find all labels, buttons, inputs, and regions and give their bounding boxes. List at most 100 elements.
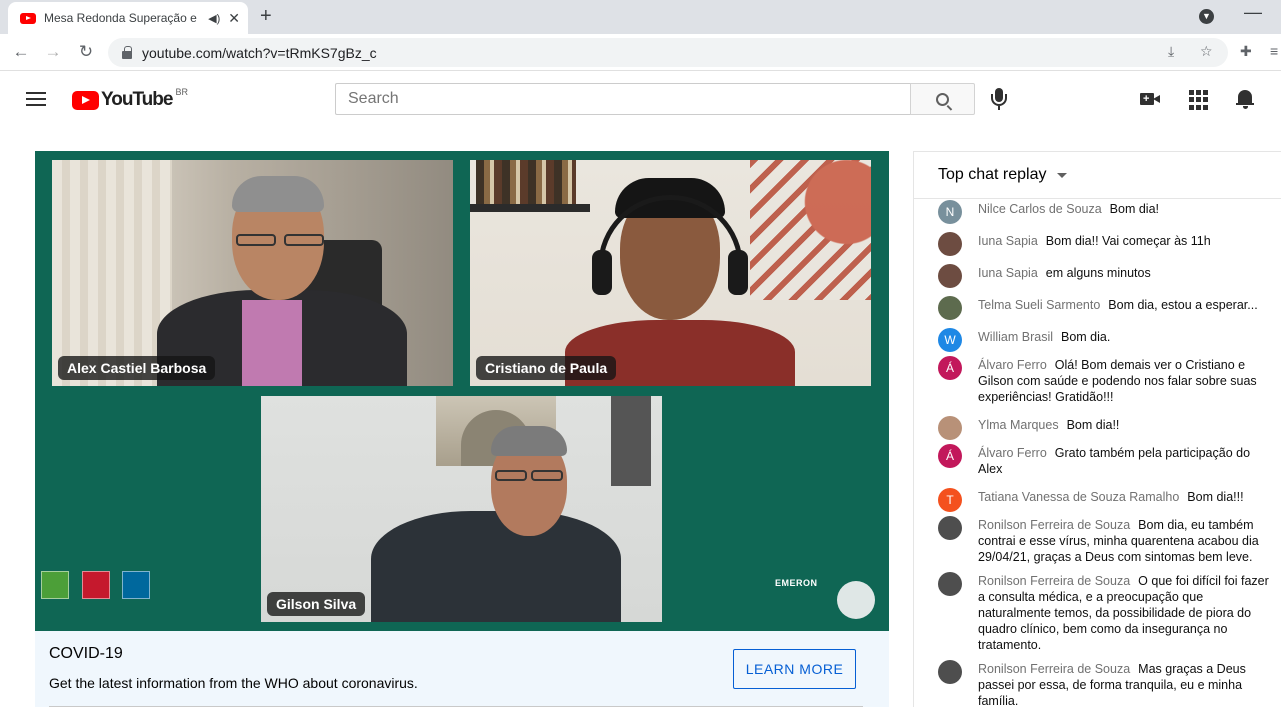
chat-author-name[interactable]: William Brasil — [978, 330, 1053, 344]
voice-search-icon[interactable] — [990, 88, 1008, 112]
participant-tile: Alex Castiel Barbosa — [52, 160, 453, 386]
chat-message-body: Ronilson Ferreira de Souza O que foi difí… — [978, 572, 1274, 653]
address-bar[interactable]: youtube.com/watch?v=tRmKS7gBz_c — [108, 38, 1228, 67]
video-player[interactable]: Alex Castiel Barbosa Cristiano de Paula … — [35, 151, 889, 631]
chat-message-body: Telma Sueli Sarmento Bom dia, estou a esp… — [978, 296, 1274, 313]
emeron-badge-icon — [837, 581, 875, 619]
chat-message[interactable]: Iuna Sapia Bom dia!! Vai começar às 11h — [938, 232, 1274, 256]
chat-message-text: em alguns minutos — [1045, 266, 1151, 280]
sdg-peace-icon — [122, 571, 150, 599]
chat-message-text: Bom dia!! — [1066, 418, 1120, 432]
reload-icon[interactable]: ↻ — [74, 40, 98, 64]
chat-message[interactable]: Á Álvaro Ferro Grato também pela participa… — [938, 444, 1274, 477]
avatar-icon[interactable] — [938, 416, 962, 440]
avatar-icon[interactable]: N — [938, 200, 962, 224]
youtube-logo[interactable]: YouTube BR — [72, 87, 188, 111]
chat-message-body: Nilce Carlos de Souza Bom dia! — [978, 200, 1274, 217]
chat-message[interactable]: Ylma Marques Bom dia!! — [938, 416, 1274, 440]
install-app-icon[interactable]: ⤓ — [1168, 43, 1174, 60]
chat-replay-panel: Top chat replay N Nilce Carlos de Souza Bo… — [913, 151, 1281, 707]
chat-message-body: Iuna Sapia Bom dia!! Vai começar às 11h — [978, 232, 1274, 249]
chat-message[interactable]: Telma Sueli Sarmento Bom dia, estou a esp… — [938, 296, 1274, 320]
audio-playing-icon[interactable]: ◀) — [208, 12, 220, 25]
chat-message[interactable]: Ronilson Ferreira de Souza Mas graças a D… — [938, 660, 1274, 707]
hamburger-menu-icon[interactable] — [26, 92, 46, 106]
avatar-icon[interactable]: Á — [938, 444, 962, 468]
chat-message-text: Bom dia! — [1109, 202, 1160, 216]
forward-arrow-icon[interactable]: → — [41, 40, 65, 64]
avatar-icon[interactable]: T — [938, 488, 962, 512]
chat-message-text: Bom dia. — [1061, 330, 1111, 344]
notifications-bell-icon[interactable] — [1235, 88, 1257, 110]
search-input[interactable] — [335, 83, 911, 115]
banner-text: Get the latest information from the WHO … — [49, 675, 418, 691]
avatar-icon[interactable] — [938, 232, 962, 256]
chat-author-name[interactable]: Álvaro Ferro — [978, 446, 1047, 460]
chat-author-name[interactable]: Iuna Sapia — [978, 234, 1038, 248]
chat-header-title: Top chat replay — [938, 166, 1047, 183]
participant-name: Gilson Silva — [267, 592, 366, 616]
minimize-window-icon[interactable]: — — [1244, 2, 1262, 23]
youtube-header: YouTube BR + — [0, 71, 1281, 127]
chat-message-text: Bom dia!! Vai começar às 11h — [1045, 234, 1211, 248]
participant-name: Cristiano de Paula — [476, 356, 617, 380]
tab-title: Mesa Redonda Superação e — [44, 11, 197, 25]
avatar-icon[interactable] — [938, 572, 962, 596]
avatar-icon[interactable]: W — [938, 328, 962, 352]
chat-message-body: Ronilson Ferreira de Souza Bom dia, eu ta… — [978, 516, 1274, 565]
country-code: BR — [175, 87, 188, 97]
chat-author-name[interactable]: Ronilson Ferreira de Souza — [978, 574, 1130, 588]
learn-more-button[interactable]: LEARN MORE — [733, 649, 856, 689]
chat-message-text: Bom dia!!! — [1187, 490, 1244, 504]
menu-icon[interactable]: ≡ — [1270, 43, 1278, 59]
lock-icon — [122, 45, 132, 59]
chat-message[interactable]: T Tatiana Vanessa de Souza Ramalho Bom dia… — [938, 488, 1274, 512]
chat-message[interactable]: N Nilce Carlos de Souza Bom dia! — [938, 200, 1274, 224]
bookmark-star-icon[interactable]: ☆ — [1200, 43, 1213, 60]
apps-grid-icon[interactable] — [1189, 88, 1211, 110]
extensions-puzzle-icon[interactable]: ✚ — [1240, 43, 1252, 60]
emeron-watermark: EMERON — [775, 578, 818, 588]
new-tab-icon[interactable]: + — [260, 6, 272, 26]
caret-down-icon — [1056, 172, 1067, 178]
chat-message-body: William Brasil Bom dia. — [978, 328, 1274, 345]
close-tab-icon[interactable]: ✕ — [228, 10, 240, 27]
chat-message-body: Álvaro Ferro Grato também pela participaç… — [978, 444, 1274, 477]
chat-message[interactable]: W William Brasil Bom dia. — [938, 328, 1274, 352]
chat-author-name[interactable]: Nilce Carlos de Souza — [978, 202, 1102, 216]
chat-message-body: Ronilson Ferreira de Souza Mas graças a D… — [978, 660, 1274, 707]
sdg-education-icon — [82, 571, 110, 599]
chat-message-body: Álvaro Ferro Olá! Bom demais ver o Cristi… — [978, 356, 1274, 405]
search-button[interactable] — [910, 83, 975, 115]
chat-author-name[interactable]: Ronilson Ferreira de Souza — [978, 518, 1130, 532]
avatar-icon[interactable] — [938, 296, 962, 320]
chat-author-name[interactable]: Telma Sueli Sarmento — [978, 298, 1100, 312]
avatar-icon[interactable] — [938, 264, 962, 288]
browser-tab[interactable]: Mesa Redonda Superação e ◀) ✕ — [8, 2, 248, 34]
avatar-icon[interactable] — [938, 660, 962, 684]
create-video-icon[interactable]: + — [1140, 88, 1162, 110]
chat-author-name[interactable]: Iuna Sapia — [978, 266, 1038, 280]
banner-heading: COVID-19 — [49, 645, 123, 662]
avatar-icon[interactable]: Á — [938, 356, 962, 380]
tab-search-icon[interactable]: ▼ — [1199, 6, 1214, 24]
chat-message-body: Iuna Sapia em alguns minutos — [978, 264, 1274, 281]
covid-info-banner: COVID-19 Get the latest information from… — [35, 631, 889, 707]
chat-message[interactable]: Ronilson Ferreira de Souza Bom dia, eu ta… — [938, 516, 1274, 565]
chat-message[interactable]: Ronilson Ferreira de Souza O que foi difí… — [938, 572, 1274, 653]
search-icon — [936, 92, 949, 106]
back-arrow-icon[interactable]: ← — [9, 40, 33, 64]
browser-toolbar: ← → ↻ youtube.com/watch?v=tRmKS7gBz_c ⤓ … — [0, 34, 1281, 71]
chat-author-name[interactable]: Tatiana Vanessa de Souza Ramalho — [978, 490, 1179, 504]
chat-message-body: Ylma Marques Bom dia!! — [978, 416, 1274, 433]
chat-mode-dropdown[interactable]: Top chat replay — [914, 152, 1281, 199]
youtube-favicon-icon — [20, 12, 36, 24]
avatar-icon[interactable] — [938, 516, 962, 540]
chat-author-name[interactable]: Ronilson Ferreira de Souza — [978, 662, 1130, 676]
chat-message[interactable]: Á Álvaro Ferro Olá! Bom demais ver o Crist… — [938, 356, 1274, 405]
chat-message[interactable]: Iuna Sapia em alguns minutos — [938, 264, 1274, 288]
chat-author-name[interactable]: Álvaro Ferro — [978, 358, 1047, 372]
chat-author-name[interactable]: Ylma Marques — [978, 418, 1059, 432]
participant-tile: Gilson Silva — [261, 396, 662, 622]
youtube-play-icon — [72, 90, 99, 110]
